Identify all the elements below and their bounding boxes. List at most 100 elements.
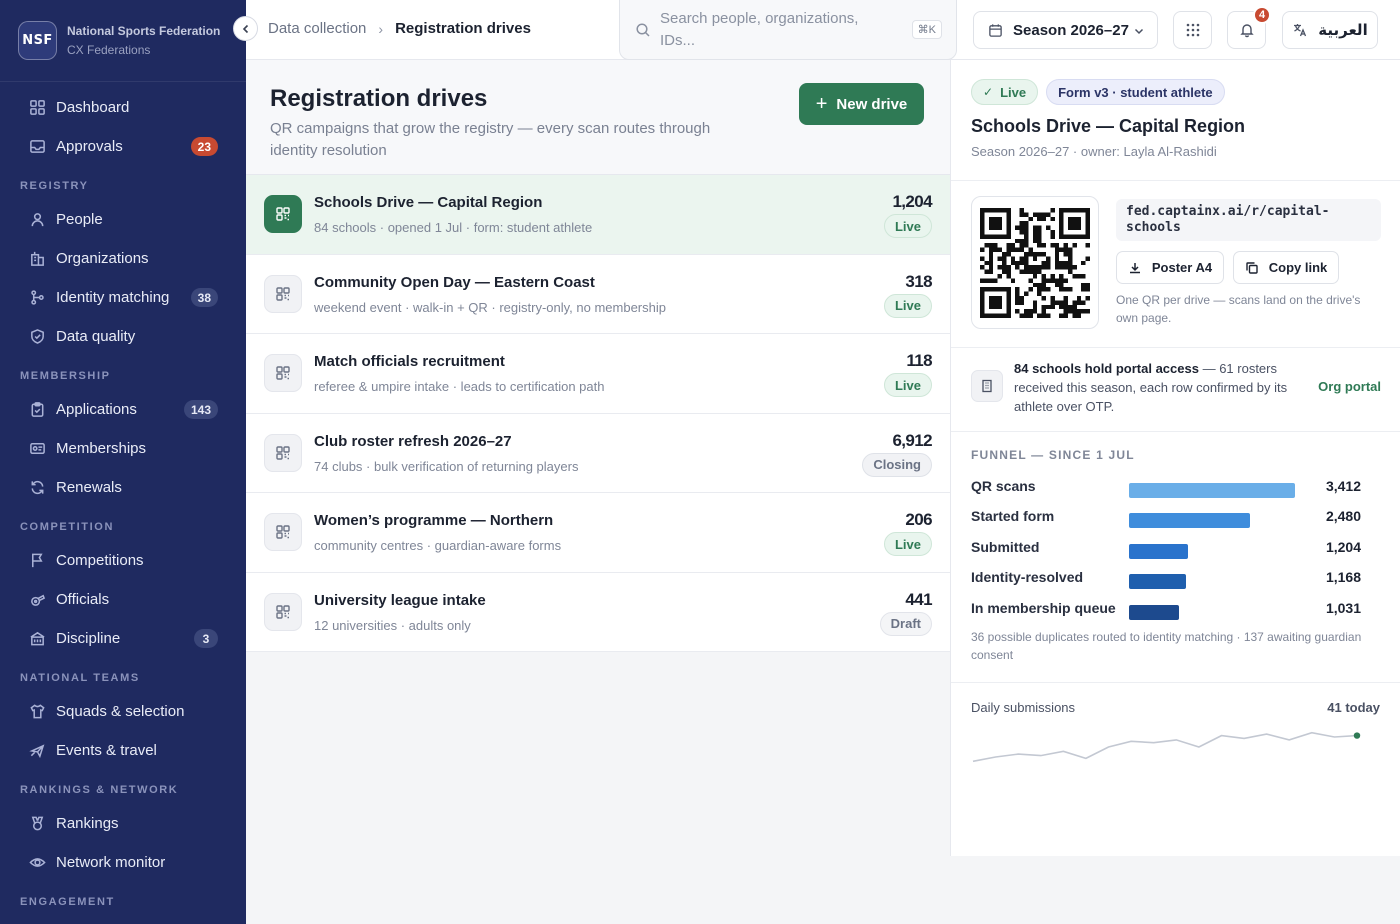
chevron-left-icon <box>242 24 248 33</box>
sidebar-item-network-monitor[interactable]: Network monitor <box>0 843 246 882</box>
topbar: Data collection › Registration drives Se… <box>246 0 1400 60</box>
sidebar-item-label: Events & travel <box>56 742 157 759</box>
drive-title: Club roster refresh 2026–27 <box>314 432 512 450</box>
sidebar-item-squads-and-selection[interactable]: Squads & selection <box>0 692 246 731</box>
count-badge: 38 <box>190 288 218 307</box>
id-card-icon <box>28 440 46 458</box>
drive-title: Schools Drive — Capital Region <box>971 116 1246 136</box>
org-portal-link[interactable]: Org portal <box>1318 379 1381 394</box>
submission-count: 1,204 <box>892 192 932 211</box>
drive-subtitle: referee & umpire intake · leads to certi… <box>314 379 605 394</box>
funnel-stage-name: In membership queue <box>971 599 1116 616</box>
sidebar-item-officials[interactable]: Officials <box>0 580 246 619</box>
sidebar-item-competitions[interactable]: Competitions <box>0 541 246 580</box>
sidebar-item-data-quality[interactable]: Data quality <box>0 317 246 356</box>
notification-badge: 4 <box>1253 6 1271 24</box>
notifications-button[interactable]: 4 <box>1227 6 1271 49</box>
whistle-icon <box>28 591 46 609</box>
download-icon <box>1129 262 1140 273</box>
sidebar-item-events-and-travel[interactable]: Events & travel <box>0 731 246 770</box>
drives-panel: Registration drives QR campaigns that gr… <box>246 60 950 924</box>
drive-row[interactable]: University league intake 12 universities … <box>246 572 950 652</box>
drive-row[interactable]: Schools Drive — Capital Region 84 schools… <box>246 175 950 255</box>
drive-url[interactable]: fed.captainx.ai/r/capital-schools <box>1116 199 1381 241</box>
season-value: Season 2026–27 <box>1013 21 1129 39</box>
status-badge: Draft <box>879 611 932 636</box>
check-icon: ✓ <box>983 85 994 99</box>
sidebar-item-people[interactable]: People <box>0 200 246 239</box>
drive-row[interactable]: Club roster refresh 2026–27 74 clubs · bu… <box>246 413 950 493</box>
qr-icon <box>264 274 302 313</box>
portal-text: 84 schools hold portal access — 61 roste… <box>1014 359 1310 416</box>
submission-count: 441 <box>905 589 932 609</box>
status-badge: Live <box>883 532 932 556</box>
section-label: REGISTRY <box>20 180 89 192</box>
sidebar-item-renewals[interactable]: Renewals <box>0 468 246 507</box>
sidebar-item-discipline[interactable]: Discipline 3 <box>0 619 246 658</box>
calendar-icon <box>989 23 1002 37</box>
status-badge: ✓ Live <box>971 79 1039 105</box>
grid-icon <box>28 99 46 117</box>
breadcrumb-data-collection[interactable]: Data collection <box>268 20 366 37</box>
funnel-stage-name: QR scans <box>971 478 1036 494</box>
portal-highlight: 84 schools hold portal access <box>1014 361 1199 376</box>
count-badge: 23 <box>190 137 218 156</box>
drive-subtitle: 74 clubs · bulk verification of returnin… <box>314 458 579 474</box>
funnel-stage-name: Submitted <box>971 538 1040 555</box>
section-label: RANKINGS & NETWORK <box>20 784 179 796</box>
count-badge: 3 <box>194 629 218 648</box>
new-drive-button[interactable]: + New drive <box>799 83 924 125</box>
qr-icon <box>264 354 302 392</box>
apps-button[interactable] <box>1173 11 1212 49</box>
funnel-note: 36 possible duplicates routed to identit… <box>971 630 1362 662</box>
drive-subtitle: weekend event · walk-in + QR · registry-… <box>314 299 666 315</box>
federation-name: National Sports Federation <box>67 24 221 38</box>
sidebar-item-identity-matching[interactable]: Identity matching 38 <box>0 278 246 317</box>
sidebar-item-organizations[interactable]: Organizations <box>0 239 246 278</box>
sidebar-item-rankings[interactable]: Rankings <box>0 804 246 843</box>
section-label: ENGAGEMENT <box>20 896 115 908</box>
copy-link-button[interactable]: Copy link <box>1233 251 1339 284</box>
submission-count: 118 <box>906 351 932 370</box>
apps-grid-icon <box>1186 23 1199 37</box>
search-placeholder: Search people, organizations, IDs... <box>660 10 859 49</box>
language-switch[interactable]: العربية <box>1282 11 1378 49</box>
qr-icon <box>264 195 302 233</box>
copy-link-label: Copy link <box>1268 260 1328 275</box>
page-title: Registration drives <box>270 85 488 112</box>
sidebar-item-label: Applications <box>56 401 137 418</box>
sidebar: NSF National Sports Federation CX Federa… <box>0 0 246 924</box>
funnel-stage-value: 3,412 <box>1325 478 1361 494</box>
divider <box>951 180 1400 181</box>
funnel-heading: FUNNEL — SINCE 1 JUL <box>971 448 1135 462</box>
collapse-sidebar-button[interactable] <box>233 16 258 41</box>
breadcrumb-current: Registration drives <box>395 20 531 37</box>
sidebar-item-dashboard[interactable]: Dashboard <box>0 88 246 127</box>
sidebar-item-label: Dashboard <box>56 99 130 116</box>
poster-a4-button[interactable]: Poster A4 <box>1116 251 1224 284</box>
funnel-bar <box>1129 574 1186 590</box>
sidebar-item-applications[interactable]: Applications 143 <box>0 390 246 429</box>
drive-row[interactable]: Community Open Day — Eastern Coast weeken… <box>246 254 950 334</box>
sidebar-item-label: Rankings <box>56 815 119 832</box>
sidebar-item-memberships[interactable]: Memberships <box>0 429 246 468</box>
funnel-bar <box>1129 604 1180 620</box>
funnel-stage-name: Identity-resolved <box>971 569 1084 586</box>
gavel-icon <box>28 630 46 648</box>
sidebar-item-approvals[interactable]: Approvals 23 <box>0 127 246 166</box>
drive-row[interactable]: Match officials recruitment referee & ump… <box>246 334 950 414</box>
translate-icon <box>1294 24 1307 37</box>
qr-icon <box>264 433 302 472</box>
breadcrumb: Data collection › Registration drives <box>268 20 531 37</box>
brand[interactable]: NSF National Sports Federation CX Federa… <box>0 0 246 82</box>
building-icon <box>28 250 46 268</box>
drive-row[interactable]: Women’s programme — Northern community ce… <box>246 493 950 573</box>
search-input[interactable]: Search people, organizations, IDs... ⌘K <box>619 0 957 60</box>
drive-subtitle: 12 universities · adults only <box>314 617 471 633</box>
workspace-name: CX Federations <box>67 43 151 57</box>
count-badge: 143 <box>183 400 218 419</box>
season-select[interactable]: Season 2026–27 <box>973 11 1158 49</box>
drive-list: Schools Drive — Capital Region 84 schools… <box>246 175 950 652</box>
sidebar-item-label: Identity matching <box>56 289 170 306</box>
shield-icon <box>28 328 46 346</box>
